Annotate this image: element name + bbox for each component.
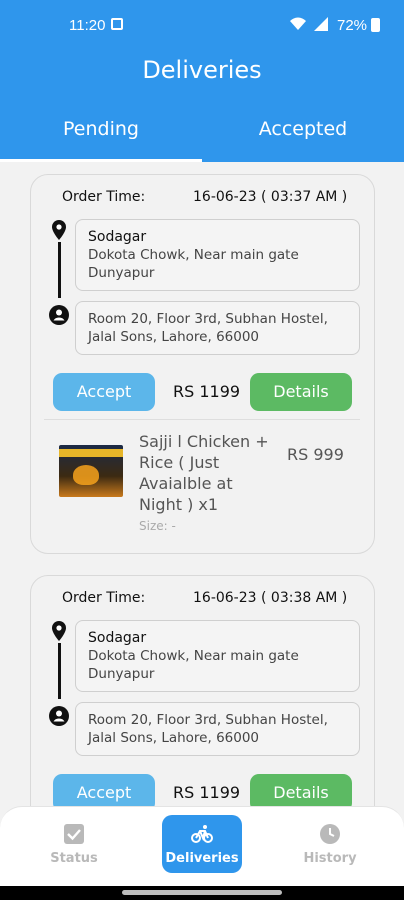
- order-total: RS 1199: [173, 783, 241, 802]
- order-time-value: 16-06-23 ( 03:37 AM ): [193, 189, 348, 205]
- location-pin-icon: [52, 220, 66, 240]
- signal-icon: [314, 17, 328, 31]
- nav-deliveries-label: Deliveries: [165, 851, 239, 866]
- page-title: Deliveries: [142, 56, 262, 84]
- order-card: Order Time: 16-06-23 ( 03:37 AM ) Sodaga…: [30, 174, 375, 554]
- pickup-name: Sodagar: [88, 630, 147, 646]
- order-card: Order Time: 16-06-23 ( 03:38 AM ) Sodaga…: [30, 575, 375, 806]
- bicycle-icon: [191, 825, 213, 843]
- nav-status-label: Status: [50, 851, 98, 866]
- nav-deliveries[interactable]: Deliveries: [162, 815, 242, 873]
- nav-history[interactable]: History: [290, 815, 370, 873]
- person-icon: [49, 305, 69, 325]
- app-header: Deliveries Pending Accepted: [0, 40, 404, 162]
- battery-percent: 72%: [337, 17, 368, 34]
- order-time-value: 16-06-23 ( 03:38 AM ): [193, 590, 348, 606]
- checkbox-icon: [64, 824, 84, 844]
- accept-button[interactable]: Accept: [53, 373, 155, 411]
- item-image: [59, 445, 123, 497]
- item-name: Sajji l Chicken + Rice ( Just Avaialble …: [139, 432, 269, 514]
- pickup-address-box: Sodagar Dokota Chowk, Near main gate Dun…: [75, 620, 360, 692]
- pickup-name: Sodagar: [88, 229, 147, 245]
- details-button[interactable]: Details: [250, 373, 352, 411]
- divider: [44, 419, 360, 420]
- status-icons: [290, 17, 328, 31]
- status-bar: 11:20 72%: [0, 0, 404, 40]
- route-line: [58, 242, 61, 298]
- item-price: RS 999: [287, 445, 344, 464]
- item-size: Size: -: [139, 519, 176, 533]
- tab-pending[interactable]: Pending: [0, 118, 202, 140]
- status-time: 11:20: [69, 17, 106, 34]
- dropoff-address: Room 20, Floor 3rd, Subhan Hostel, Jalal…: [88, 311, 328, 345]
- order-time-label: Order Time:: [62, 590, 146, 606]
- pickup-address-box: Sodagar Dokota Chowk, Near main gate Dun…: [75, 219, 360, 291]
- wifi-icon: [290, 17, 306, 30]
- bottom-nav: Status Deliveries History: [0, 806, 404, 886]
- pickup-address: Dokota Chowk, Near main gate Dunyapur: [88, 648, 299, 682]
- home-indicator[interactable]: [122, 890, 282, 895]
- accept-button[interactable]: Accept: [53, 774, 155, 806]
- dropoff-address-box: Room 20, Floor 3rd, Subhan Hostel, Jalal…: [75, 702, 360, 756]
- order-total: RS 1199: [173, 382, 241, 401]
- pickup-address: Dokota Chowk, Near main gate Dunyapur: [88, 247, 299, 281]
- location-pin-icon: [52, 621, 66, 641]
- person-icon: [49, 706, 69, 726]
- gallery-notification-icon: [111, 18, 123, 30]
- battery-icon: [371, 18, 380, 32]
- dropoff-address-box: Room 20, Floor 3rd, Subhan Hostel, Jalal…: [75, 301, 360, 355]
- nav-history-label: History: [303, 851, 357, 866]
- order-time-label: Order Time:: [62, 189, 146, 205]
- route-line: [58, 643, 61, 699]
- tab-accepted[interactable]: Accepted: [202, 118, 404, 140]
- dropoff-address: Room 20, Floor 3rd, Subhan Hostel, Jalal…: [88, 712, 328, 746]
- gesture-bar: [0, 886, 404, 900]
- delivery-list[interactable]: Order Time: 16-06-23 ( 03:37 AM ) Sodaga…: [0, 162, 404, 806]
- details-button[interactable]: Details: [250, 774, 352, 806]
- nav-status[interactable]: Status: [34, 815, 114, 873]
- clock-icon: [320, 824, 340, 844]
